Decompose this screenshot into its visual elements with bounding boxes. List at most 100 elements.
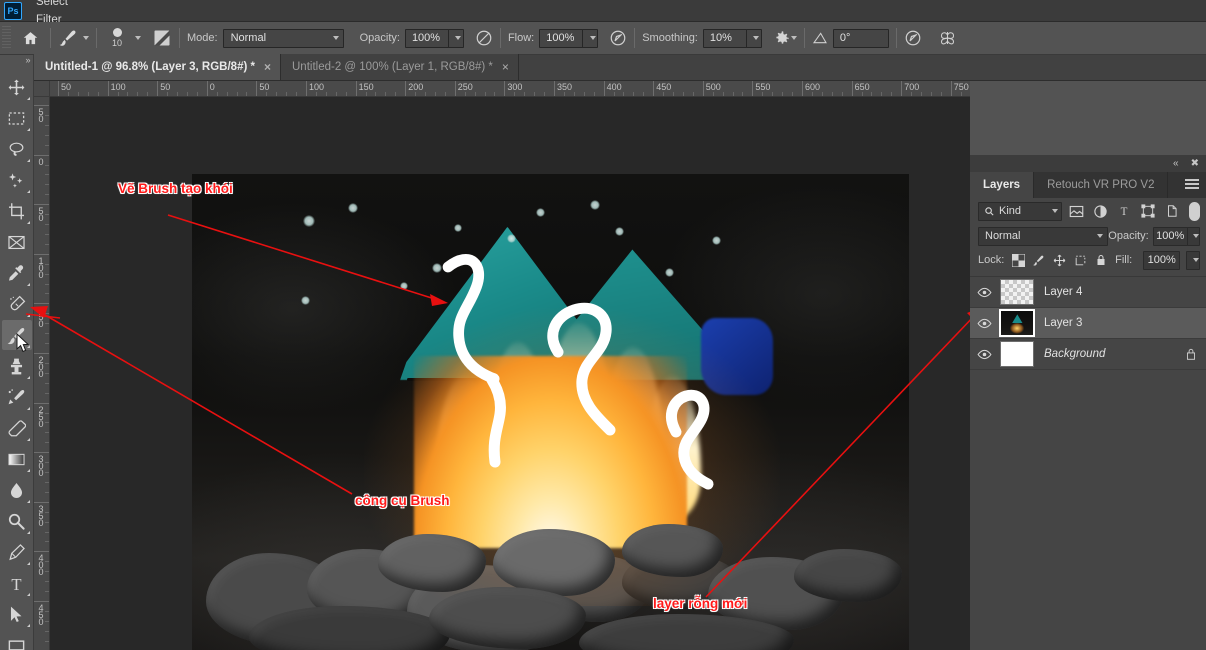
object-selection-tool[interactable] (2, 165, 32, 195)
lock-image-pixels-icon[interactable] (1032, 253, 1046, 268)
angle-input[interactable]: 0° (833, 29, 889, 48)
panel-menu-icon[interactable] (1185, 179, 1199, 190)
smoothing-input[interactable]: 10% (703, 29, 747, 48)
tab-layers-label: Layers (983, 179, 1020, 191)
filter-kind-select[interactable]: Kind (978, 202, 1062, 221)
brush-panel-icon[interactable] (152, 28, 172, 48)
symmetry-butterfly-icon[interactable] (938, 29, 957, 47)
filter-type-icon[interactable]: T (1115, 201, 1134, 221)
lock-position-icon[interactable] (1053, 253, 1067, 268)
close-icon[interactable]: × (502, 61, 509, 73)
ruler-minor-tick (45, 432, 49, 433)
pen-tool[interactable] (2, 537, 32, 567)
lock-artboard-nesting-icon[interactable] (1074, 253, 1088, 268)
brush-tool[interactable] (2, 320, 32, 350)
clone-stamp-tool[interactable] (2, 351, 32, 381)
rectangular-marquee-tool[interactable] (2, 103, 32, 133)
ruler-minor-tick (45, 512, 49, 513)
ruler-minor-tick (147, 92, 148, 96)
layer-row-layer-4[interactable]: Layer 4 (970, 277, 1206, 308)
layer-opacity-input[interactable]: 100% (1153, 227, 1188, 246)
layer-visibility-eye-icon[interactable] (970, 349, 998, 360)
tool-flyout-indicator (27, 314, 30, 317)
opacity-input[interactable]: 100% (405, 29, 449, 48)
vertical-ruler[interactable]: 50050100150200250300350400450 (34, 97, 50, 650)
eraser-tool[interactable] (2, 413, 32, 443)
dodge-tool[interactable] (2, 506, 32, 536)
filter-pixel-icon[interactable] (1067, 201, 1086, 221)
tab-layers[interactable]: Layers (970, 172, 1034, 198)
path-selection-tool[interactable] (2, 599, 32, 629)
layer-thumbnail-white[interactable] (1000, 341, 1034, 367)
tab-retouch-vr-pro-v2[interactable]: Retouch VR PRO V2 (1034, 172, 1168, 198)
lasso-tool[interactable] (2, 134, 32, 164)
canvas-workspace[interactable] (50, 97, 970, 650)
horizontal-ruler[interactable]: 5010050050100150200250300350400450500550… (50, 81, 970, 97)
layer-fill-slider-toggle[interactable] (1186, 251, 1200, 270)
pressure-size-icon[interactable] (904, 29, 922, 47)
flow-input[interactable]: 100% (539, 29, 583, 48)
filter-enable-toggle[interactable] (1189, 202, 1200, 221)
lock-transparent-pixels-icon[interactable] (1011, 253, 1025, 268)
brush-preset-picker-icon[interactable]: 10 (104, 28, 130, 48)
history-brush-tool[interactable] (2, 382, 32, 412)
frame-tool[interactable] (2, 227, 32, 257)
smoke-brush-strokes (192, 174, 909, 650)
brush-preset-caret-icon[interactable] (135, 36, 141, 40)
document-tab-2[interactable]: Untitled-2 @ 100% (Layer 1, RGB/8#) *× (281, 54, 519, 80)
flow-slider-toggle[interactable] (582, 29, 598, 48)
ruler-minor-tick (45, 145, 49, 146)
ruler-label: 0 (207, 82, 215, 92)
layer-thumbnail-artwork[interactable] (1000, 310, 1034, 336)
ruler-label: 250 (36, 405, 45, 426)
document-canvas[interactable] (192, 174, 909, 650)
home-icon[interactable] (17, 25, 43, 51)
crop-tool[interactable] (2, 196, 32, 226)
options-bar-grip[interactable] (2, 26, 11, 50)
document-tab-1[interactable]: Untitled-1 @ 96.8% (Layer 3, RGB/8#) *× (34, 54, 281, 80)
tool-preset-caret-icon[interactable] (83, 36, 89, 40)
blur-tool[interactable] (2, 475, 32, 505)
filter-smartobject-icon[interactable] (1163, 201, 1182, 221)
menu-select[interactable]: Select (28, 0, 85, 11)
layer-row-background[interactable]: Background (970, 339, 1206, 370)
ruler-minor-tick (921, 92, 922, 96)
blend-mode-select[interactable]: Normal (223, 29, 344, 48)
ruler-corner[interactable] (34, 81, 50, 97)
filter-shape-icon[interactable] (1139, 201, 1158, 221)
blend-mode-value: Normal (231, 32, 266, 44)
tool-flyout-indicator (27, 624, 30, 627)
close-icon[interactable]: ✖ (1191, 159, 1199, 169)
current-tool-indicator[interactable] (58, 28, 89, 48)
layer-fill-input[interactable]: 100% (1143, 251, 1180, 270)
rectangle-tool[interactable] (2, 630, 32, 650)
eyedropper-tool[interactable] (2, 258, 32, 288)
pressure-opacity-icon[interactable] (475, 29, 493, 47)
collapse-double-chevron-icon[interactable]: « (1173, 159, 1179, 169)
spot-healing-brush-tool[interactable] (2, 289, 32, 319)
gear-icon[interactable] (773, 30, 797, 47)
layer-visibility-eye-icon[interactable] (970, 287, 998, 298)
layer-visibility-eye-icon[interactable] (970, 318, 998, 329)
airbrush-icon[interactable] (609, 29, 627, 47)
collapse-chevrons-icon[interactable]: » (0, 55, 34, 65)
lock-all-icon[interactable] (1094, 253, 1108, 268)
opacity-slider-toggle[interactable] (448, 29, 464, 48)
ruler-minor-tick (45, 472, 49, 473)
ruler-label: 100 (306, 82, 324, 92)
close-icon[interactable]: × (264, 61, 271, 73)
move-tool[interactable] (2, 72, 32, 102)
layer-opacity-slider-toggle[interactable] (1187, 227, 1200, 246)
layer-blend-mode-select[interactable]: Normal (978, 227, 1108, 246)
filter-adjustment-icon[interactable] (1091, 201, 1110, 221)
ruler-minor-tick (45, 214, 49, 215)
smoothing-slider-toggle[interactable] (746, 29, 762, 48)
ruler-minor-tick (713, 92, 714, 96)
horizontal-type-tool[interactable]: T (2, 568, 32, 598)
ruler-minor-tick (45, 561, 49, 562)
gradient-tool[interactable] (2, 444, 32, 474)
ruler-minor-tick (197, 92, 198, 96)
angle-icon (812, 30, 828, 46)
layer-thumbnail-transparent[interactable] (1000, 279, 1034, 305)
layer-row-layer-3[interactable]: Layer 3 (970, 308, 1206, 339)
